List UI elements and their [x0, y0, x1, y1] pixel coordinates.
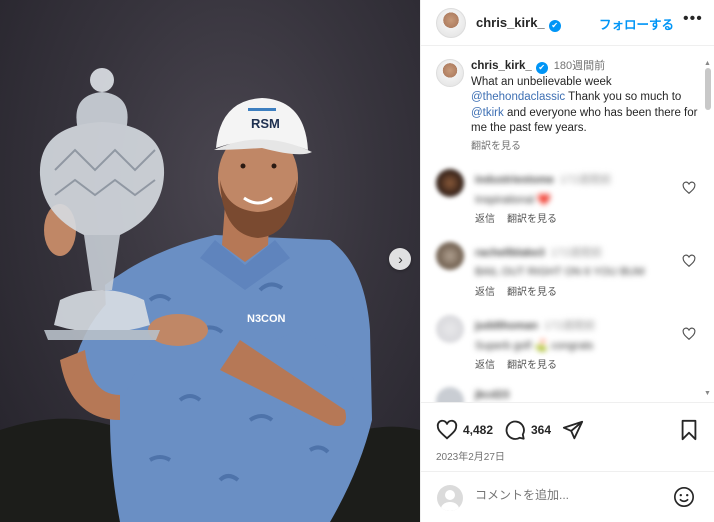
next-photo-button[interactable]: › [389, 248, 411, 270]
caption-text-1: What an unbelievable week [471, 75, 612, 88]
scroll-down-icon[interactable]: ▼ [704, 390, 711, 397]
comment-avatar[interactable] [436, 387, 464, 402]
share-action[interactable] [562, 419, 584, 441]
like-action[interactable]: 4,482 [436, 419, 493, 441]
comment-time: 172週間前 [559, 174, 612, 186]
comment-avatar[interactable] [436, 315, 464, 343]
comment-icon[interactable] [504, 419, 526, 441]
reply-button[interactable]: 返信 [475, 360, 495, 371]
photo-illustration: N3CON RSM [0, 68, 420, 522]
comment-username[interactable]: juddthoman [475, 320, 538, 332]
caption-translate-link[interactable]: 翻訳を見る [471, 139, 698, 155]
comment-avatar[interactable] [436, 169, 464, 197]
comment-username[interactable]: rachellblake3 [475, 247, 545, 259]
chevron-right-icon: › [398, 251, 403, 267]
post-footer: 4,482 364 2023年2月27日 [421, 402, 714, 522]
caption-mention-honda[interactable]: @thehondaclassic [471, 91, 565, 103]
cap-logo-text: RSM [251, 116, 280, 131]
post-side-panel: chris_kirk_ ✔ フォローする ••• chris_kirk_ ✔ 180週… [420, 0, 714, 522]
follow-button[interactable]: フォローする [599, 14, 674, 33]
reply-button[interactable]: 返信 [475, 287, 495, 298]
scroll-up-icon[interactable]: ▲ [704, 60, 711, 67]
comment-item: jkcd23 [436, 387, 698, 402]
comment-heart-icon[interactable] [682, 254, 696, 268]
comment-item: rachellblake3 172週間前 BAIL OUT RIGHT ON 6 … [436, 242, 698, 312]
like-count[interactable]: 4,482 [463, 423, 493, 437]
comment-text: Inspirational ❤️ [475, 194, 552, 206]
author-avatar[interactable] [436, 8, 466, 38]
comment-time: 172週間前 [550, 247, 603, 259]
comment-translate-link[interactable]: 翻訳を見る [507, 287, 557, 298]
post-header: chris_kirk_ ✔ フォローする ••• [421, 0, 714, 46]
caption-time[interactable]: 180週間前 [554, 60, 605, 72]
caption-avatar[interactable] [436, 59, 464, 87]
current-user-avatar [437, 485, 463, 511]
post-caption: chris_kirk_ ✔ 180週間前 What an unbelievable … [436, 59, 698, 154]
reply-button[interactable]: 返信 [475, 214, 495, 225]
emoji-icon[interactable] [673, 486, 695, 508]
comment-text: BAIL OUT RIGHT ON 6 YOU BUM [475, 266, 645, 278]
add-comment-bar [421, 471, 714, 522]
comment-heart-icon[interactable] [682, 327, 696, 341]
save-action[interactable] [679, 419, 699, 441]
comment-item: juddthoman 172週間前 Superb golf ⛳ congrats … [436, 315, 698, 385]
post-date[interactable]: 2023年2月27日 [436, 448, 505, 463]
author-username-row[interactable]: chris_kirk_ ✔ [476, 15, 561, 32]
comment-translate-link[interactable]: 翻訳を見る [507, 214, 557, 225]
comment-text: Superb golf ⛳ congrats [475, 340, 594, 352]
caption-text-3: and everyone who has been there for me t… [471, 106, 698, 135]
shirt-logo-text: N3CON [247, 313, 286, 325]
bookmark-icon[interactable] [679, 419, 699, 441]
post-photo: N3CON RSM › [0, 0, 420, 522]
comment-action[interactable]: 364 [504, 419, 551, 441]
author-username[interactable]: chris_kirk_ [476, 15, 545, 30]
caption-mention-tkirk[interactable]: @tkirk [471, 107, 504, 119]
comment-count[interactable]: 364 [531, 423, 551, 437]
more-options-icon[interactable]: ••• [683, 10, 703, 28]
add-comment-input[interactable] [475, 488, 665, 502]
comments-scrollbar[interactable]: ▲ ▼ [704, 60, 711, 398]
comment-username[interactable]: industriestome [475, 174, 554, 186]
comments-scroll-area[interactable]: chris_kirk_ ✔ 180週間前 What an unbelievable … [421, 47, 714, 402]
comment-username[interactable]: jkcd23 [475, 389, 509, 401]
share-icon[interactable] [562, 419, 584, 441]
scrollbar-thumb[interactable] [705, 68, 711, 110]
caption-username[interactable]: chris_kirk_ [471, 60, 532, 72]
comment-avatar[interactable] [436, 242, 464, 270]
heart-icon[interactable] [436, 419, 458, 441]
comment-time: 172週間前 [543, 320, 596, 332]
verified-icon: ✔ [548, 20, 561, 32]
verified-icon: ✔ [535, 62, 548, 74]
caption-text-2: Thank you so much to [565, 91, 682, 103]
comment-heart-icon[interactable] [682, 181, 696, 195]
comment-translate-link[interactable]: 翻訳を見る [507, 360, 557, 371]
comment-item: industriestome 172週間前 Inspirational ❤️ 返信… [436, 169, 698, 239]
